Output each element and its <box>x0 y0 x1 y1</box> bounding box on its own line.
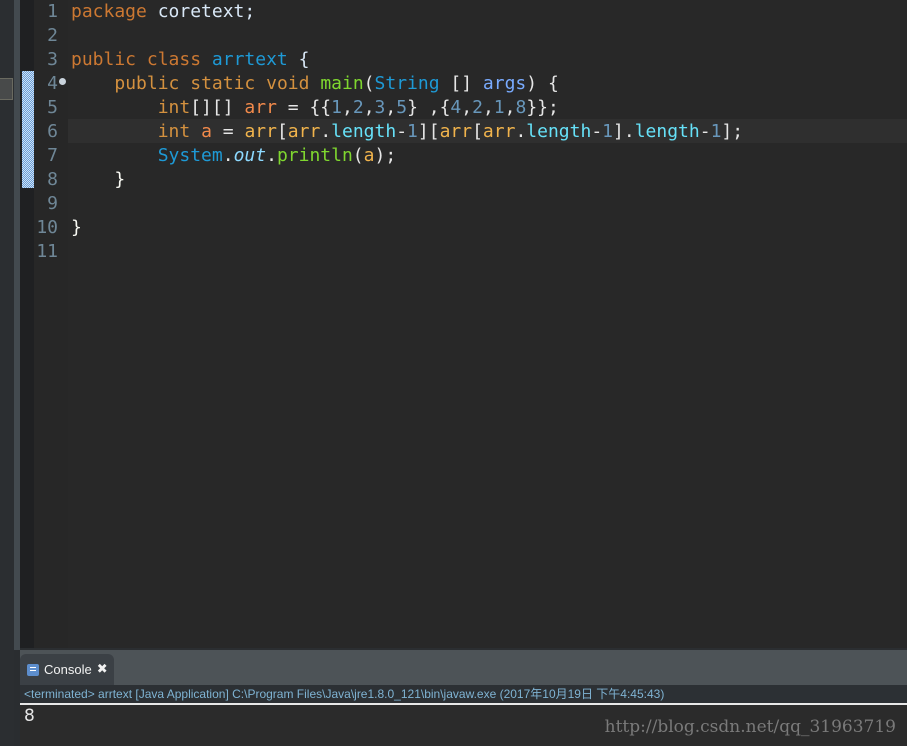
variable-ref: a <box>363 145 375 166</box>
keyword: int <box>157 97 191 118</box>
close-icon[interactable]: ✖ <box>97 662 108 677</box>
punctuation: ; <box>244 1 256 22</box>
number: 8 <box>515 97 527 118</box>
punctuation: { <box>547 73 559 94</box>
punctuation: {{ <box>309 97 332 118</box>
punctuation: { <box>298 49 310 70</box>
code-line-3[interactable]: public class arrtext { <box>71 48 309 72</box>
number: 3 <box>374 97 386 118</box>
variable: a <box>201 121 212 142</box>
field-ref: length <box>331 121 397 142</box>
number: 1 <box>602 121 613 142</box>
keyword: class <box>146 49 202 70</box>
line-number: 9 <box>47 193 58 214</box>
field-ref: length <box>526 121 592 142</box>
code-line-5[interactable]: int[][] arr = {{1,2,3,5} ,{4,2,1,8}}; <box>71 96 559 120</box>
console-output-text: 8 <box>24 706 35 726</box>
punctuation: . <box>515 121 527 142</box>
punctuation: . <box>320 121 332 142</box>
number: 5 <box>396 97 408 118</box>
punctuation: ]; <box>721 121 744 142</box>
variable-ref: arr <box>439 121 473 142</box>
line-number: 8 <box>47 169 58 190</box>
line-number: 7 <box>47 145 58 166</box>
code-line-8[interactable]: } <box>71 168 125 192</box>
line-number-gutter: 1 2 3 4 5 6 7 8 9 10 11 <box>34 0 69 650</box>
punctuation: ][ <box>417 121 440 142</box>
package-name: coretext <box>157 1 245 22</box>
keyword: static <box>190 73 256 94</box>
line-number: 10 <box>36 217 58 238</box>
line-number: 2 <box>47 25 58 46</box>
keyword: package <box>71 1 147 22</box>
line-number: 3 <box>47 49 58 70</box>
tab-console[interactable]: Console ✖ <box>20 654 114 685</box>
punctuation: ); <box>374 145 397 166</box>
fold-toggle-icon[interactable] <box>59 78 66 85</box>
number: 2 <box>472 97 483 118</box>
method-name: main <box>320 73 364 94</box>
variable-ref: arr <box>287 121 321 142</box>
line-number: 4 <box>47 73 58 94</box>
operator: - <box>699 121 711 142</box>
line-number: 5 <box>47 97 58 118</box>
method-name: println <box>276 145 353 166</box>
number: 4 <box>450 97 462 118</box>
punctuation: ( <box>363 73 375 94</box>
code-line-1[interactable]: package coretext; <box>71 0 255 24</box>
console-icon <box>27 663 39 676</box>
console-status-line: <terminated> arrtext [Java Application] … <box>20 685 907 705</box>
number: 1 <box>331 97 342 118</box>
punctuation: ,{ <box>417 97 451 118</box>
operator: = <box>287 97 299 118</box>
watermark: http://blog.csdn.net/qq_31963719 <box>604 717 896 737</box>
class-name: arrtext <box>211 49 288 70</box>
static-field: out <box>233 145 267 166</box>
variable-ref: arr <box>244 121 277 142</box>
line-number: 1 <box>47 1 58 22</box>
console-tab-label: Console <box>44 662 92 677</box>
number: 1 <box>493 97 505 118</box>
operator: - <box>396 121 408 142</box>
punctuation: }}; <box>526 97 559 118</box>
class-name: System <box>157 145 223 166</box>
code-line-7[interactable]: System.out.println(a); <box>71 144 396 168</box>
keyword: public <box>114 73 180 94</box>
punctuation: [][] <box>190 97 234 118</box>
left-panel-strip <box>0 0 14 746</box>
punctuation: } <box>71 217 82 238</box>
punctuation: ) <box>526 73 538 94</box>
number: 1 <box>407 121 418 142</box>
parameter: args <box>482 73 527 94</box>
variable-ref: arr <box>482 121 516 142</box>
punctuation: ]. <box>613 121 635 142</box>
number: 2 <box>352 97 364 118</box>
keyword: int <box>157 121 191 142</box>
punctuation: } <box>114 169 126 190</box>
operator: - <box>591 121 603 142</box>
keyword: void <box>266 73 310 94</box>
variable: arr <box>244 97 277 118</box>
punctuation: [ <box>472 121 483 142</box>
punctuation: [] <box>450 73 473 94</box>
number: 1 <box>710 121 722 142</box>
field-ref: length <box>634 121 700 142</box>
punctuation: } <box>407 97 418 118</box>
line-number: 11 <box>36 241 58 262</box>
line-number: 6 <box>47 121 58 142</box>
keyword: public <box>71 49 137 70</box>
code-line-4[interactable]: public static void main(String [] args) … <box>71 72 559 96</box>
punctuation: [ <box>276 121 288 142</box>
type-name: String <box>374 73 440 94</box>
operator: = <box>222 121 234 142</box>
punctuation: ( <box>352 145 364 166</box>
punctuation: . <box>266 145 277 166</box>
minimized-view-button[interactable] <box>0 78 13 100</box>
code-line-10[interactable]: } <box>71 216 82 240</box>
code-editor[interactable]: package coretext; public class arrtext {… <box>68 0 907 650</box>
code-line-6[interactable]: int a = arr[arr.length-1][arr[arr.length… <box>71 120 743 144</box>
punctuation: . <box>222 145 234 166</box>
console-tab-bar <box>20 650 907 685</box>
